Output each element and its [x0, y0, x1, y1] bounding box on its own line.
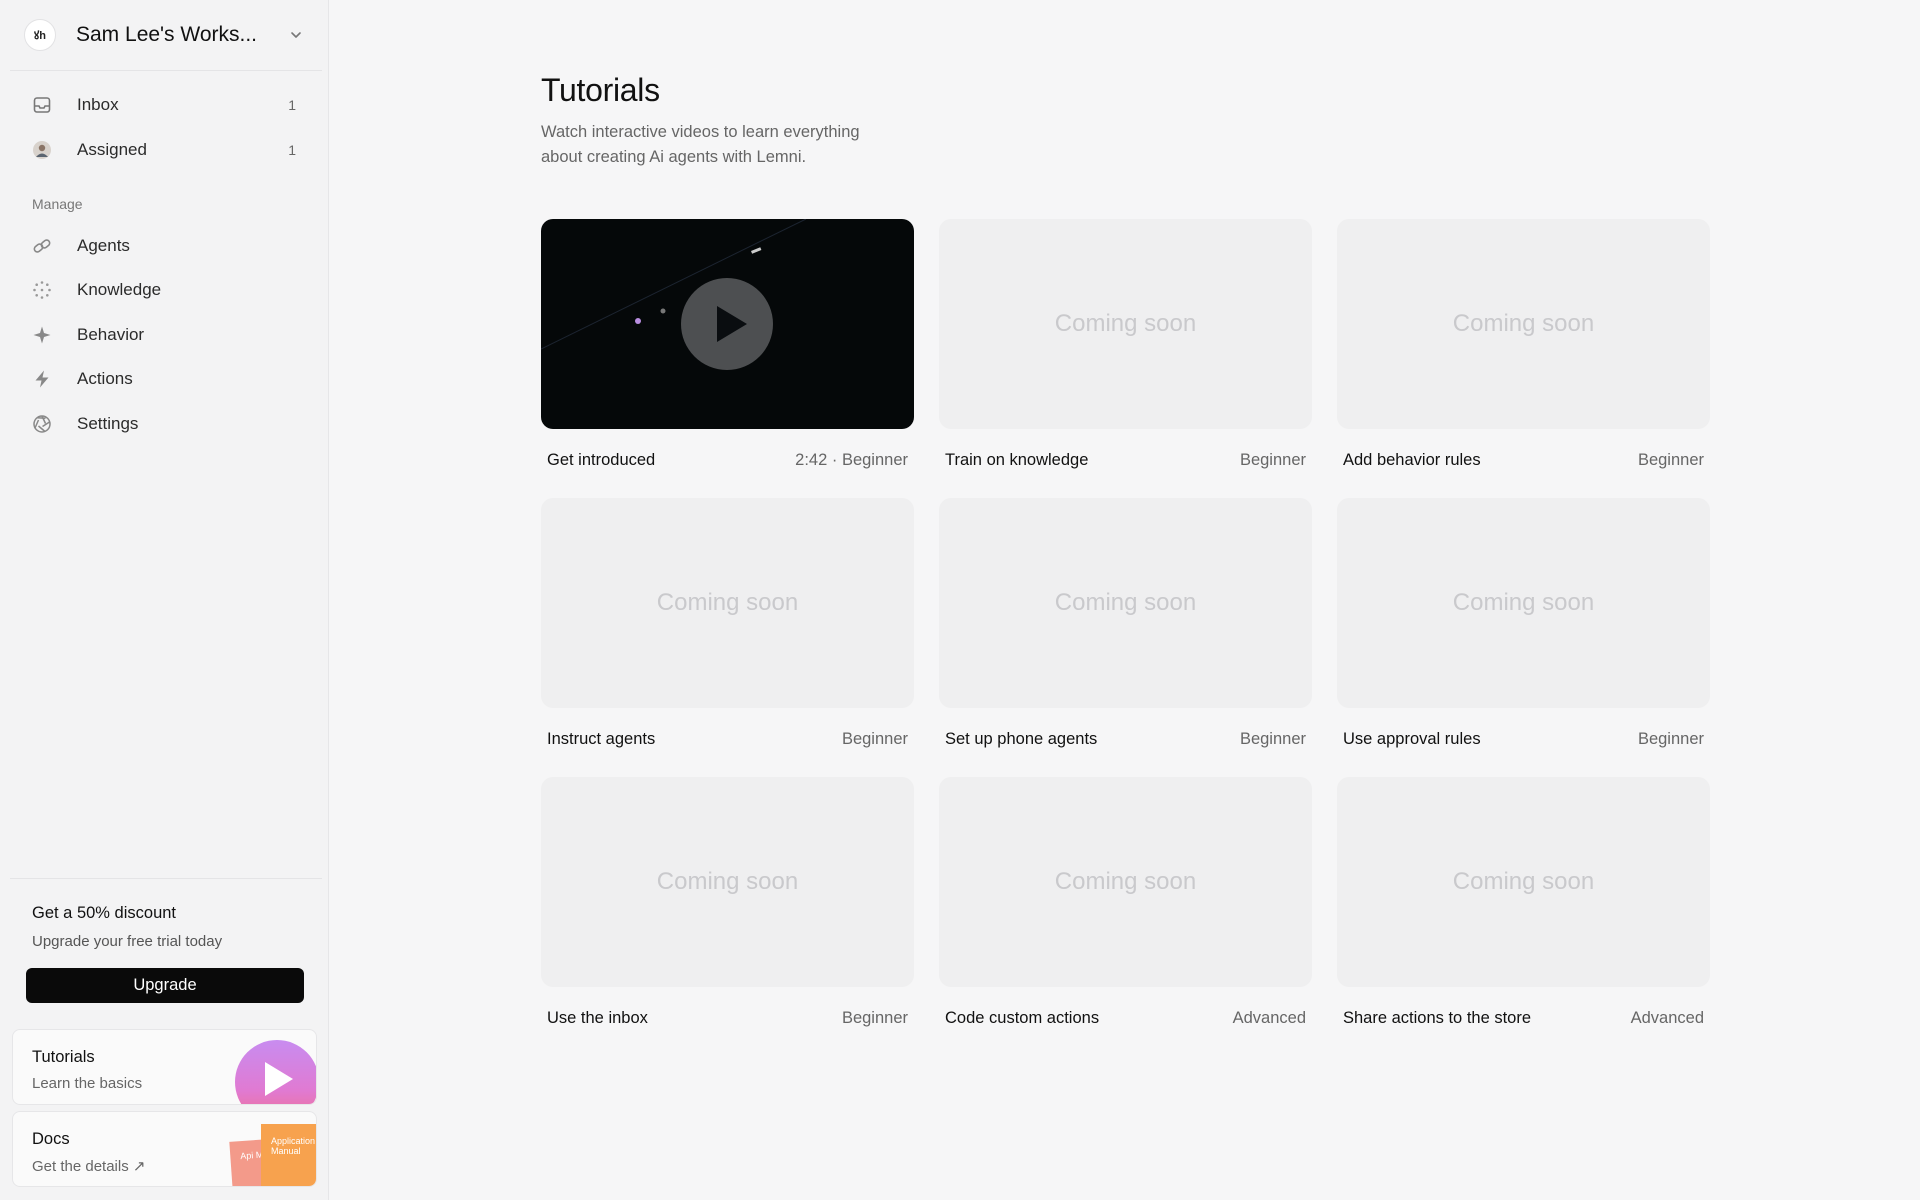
- coming-soon-label: Coming soon: [1452, 589, 1595, 616]
- sidebar-item-behavior[interactable]: Behavior: [20, 315, 310, 355]
- tutorial-tile-get-introduced[interactable]: Get introduced 2:42 · Beginner: [541, 219, 914, 470]
- divider: [10, 70, 322, 71]
- avatar: [32, 140, 52, 160]
- sidebar-item-label: Assigned: [77, 140, 147, 159]
- tutorial-tile-use-approval-rules[interactable]: Coming soon Use approval rules Beginner: [1337, 498, 1710, 749]
- sidebar-item-knowledge[interactable]: Knowledge: [20, 270, 310, 310]
- tile-title: Train on knowledge: [945, 451, 1089, 469]
- divider: [10, 878, 322, 879]
- coming-soon-label: Coming soon: [656, 868, 799, 895]
- tutorials-card-subtitle: Learn the basics: [32, 1075, 143, 1092]
- coming-soon-thumbnail: Coming soon: [1337, 498, 1710, 708]
- tutorials-card[interactable]: Tutorials Learn the basics: [12, 1029, 317, 1105]
- tutorial-tile-train-on-knowledge[interactable]: Coming soon Train on knowledge Beginner: [939, 219, 1312, 470]
- page-subtitle: Watch interactive videos to learn everyt…: [541, 123, 860, 166]
- sidebar-item-agents[interactable]: Agents: [20, 226, 310, 266]
- tutorial-tile-add-behavior-rules[interactable]: Coming soon Add behavior rules Beginner: [1337, 219, 1710, 470]
- tile-tag: Beginner: [841, 1009, 908, 1027]
- coming-soon-thumbnail: Coming soon: [939, 498, 1312, 708]
- coming-soon-thumbnail: Coming soon: [939, 219, 1312, 429]
- coming-soon-thumbnail: Coming soon: [939, 777, 1312, 987]
- coming-soon-label: Coming soon: [1054, 868, 1197, 895]
- coming-soon-label: Coming soon: [1054, 589, 1197, 616]
- upgrade-button[interactable]: Upgrade: [26, 968, 304, 1003]
- workspace-name: Sam Lee's Works...: [76, 23, 258, 46]
- coming-soon-thumbnail: Coming soon: [541, 777, 914, 987]
- coming-soon-label: Coming soon: [656, 589, 799, 616]
- tile-title: Get introduced: [547, 451, 656, 469]
- sidebar-item-label: Settings: [77, 414, 139, 433]
- sidebar-item-label: Agents: [77, 236, 130, 255]
- sidebar-item-label: Knowledge: [77, 280, 162, 299]
- chevron-down-icon: [286, 25, 306, 45]
- tile-tag: Advanced: [1232, 1009, 1306, 1027]
- tile-title: Add behavior rules: [1343, 451, 1481, 469]
- tutorials-card-title: Tutorials: [32, 1048, 95, 1066]
- tile-title: Use the inbox: [547, 1009, 648, 1027]
- tile-tag: Beginner: [1239, 730, 1306, 748]
- tile-tag: 2:42 · Beginner: [795, 451, 908, 469]
- play-icon: [265, 1062, 293, 1096]
- tile-tag: Beginner: [1239, 451, 1306, 469]
- tile-tag: Beginner: [841, 730, 908, 748]
- docs-art: Application Manual: [261, 1124, 316, 1186]
- sidebar-item-label: Inbox: [77, 95, 119, 114]
- workspace-switcher[interactable]: ꙋh Sam Lee's Works...: [10, 12, 320, 58]
- coming-soon-label: Coming soon: [1452, 868, 1595, 895]
- aperture-icon: [32, 414, 52, 434]
- sidebar: ꙋh Sam Lee's Works... Inbox 1 Assigned 1…: [0, 0, 329, 1200]
- link-icon: [32, 236, 52, 256]
- tutorial-tile-use-the-inbox[interactable]: Coming soon Use the inbox Beginner: [541, 777, 914, 1028]
- coming-soon-thumbnail: Coming soon: [1337, 219, 1710, 429]
- inbox-count: 1: [288, 97, 296, 113]
- docs-card-subtitle: Get the details ↗: [32, 1158, 146, 1175]
- lightning-icon: [32, 369, 52, 389]
- sidebar-item-settings[interactable]: Settings: [20, 404, 310, 444]
- inbox-icon: [32, 95, 52, 115]
- section-label-manage: Manage: [32, 196, 83, 212]
- tile-tag: Beginner: [1637, 451, 1704, 469]
- workspace-logo: ꙋh: [24, 19, 56, 51]
- tile-tag: Advanced: [1630, 1009, 1704, 1027]
- sidebar-item-label: Behavior: [77, 325, 145, 344]
- coming-soon-thumbnail: Coming soon: [1337, 777, 1710, 987]
- tile-title: Instruct agents: [547, 730, 656, 748]
- coming-soon-thumbnail: Coming soon: [541, 498, 914, 708]
- dots-circle-icon: [32, 280, 52, 300]
- docs-card[interactable]: Docs Get the details ↗ Api Man Applicati…: [12, 1111, 317, 1187]
- video-thumbnail[interactable]: [541, 219, 914, 429]
- tutorial-tile-instruct-agents[interactable]: Coming soon Instruct agents Beginner: [541, 498, 914, 749]
- tutorial-tile-code-custom-actions[interactable]: Coming soon Code custom actions Advanced: [939, 777, 1312, 1028]
- tile-title: Share actions to the store: [1343, 1009, 1532, 1027]
- sidebar-item-inbox[interactable]: Inbox 1: [20, 85, 310, 125]
- tile-title: Use approval rules: [1343, 730, 1481, 748]
- sidebar-item-actions[interactable]: Actions: [20, 359, 310, 399]
- page-title: Tutorials: [541, 72, 660, 108]
- assigned-count: 1: [288, 142, 296, 158]
- promo-subtitle: Upgrade your free trial today: [32, 933, 223, 950]
- sparkle-icon: [32, 325, 52, 345]
- coming-soon-label: Coming soon: [1054, 310, 1197, 337]
- sidebar-item-label: Actions: [77, 369, 133, 388]
- coming-soon-label: Coming soon: [1452, 310, 1595, 337]
- tutorial-tile-share-actions-to-the-store[interactable]: Coming soon Share actions to the store A…: [1337, 777, 1710, 1028]
- promo-title: Get a 50% discount: [32, 904, 177, 922]
- sidebar-item-assigned[interactable]: Assigned 1: [20, 130, 310, 170]
- tile-title: Code custom actions: [945, 1009, 1100, 1027]
- play-icon: [717, 306, 747, 342]
- tile-tag: Beginner: [1637, 730, 1704, 748]
- tile-title: Set up phone agents: [945, 730, 1098, 748]
- docs-card-title: Docs: [32, 1130, 70, 1148]
- tutorial-tile-set-up-phone-agents[interactable]: Coming soon Set up phone agents Beginner: [939, 498, 1312, 749]
